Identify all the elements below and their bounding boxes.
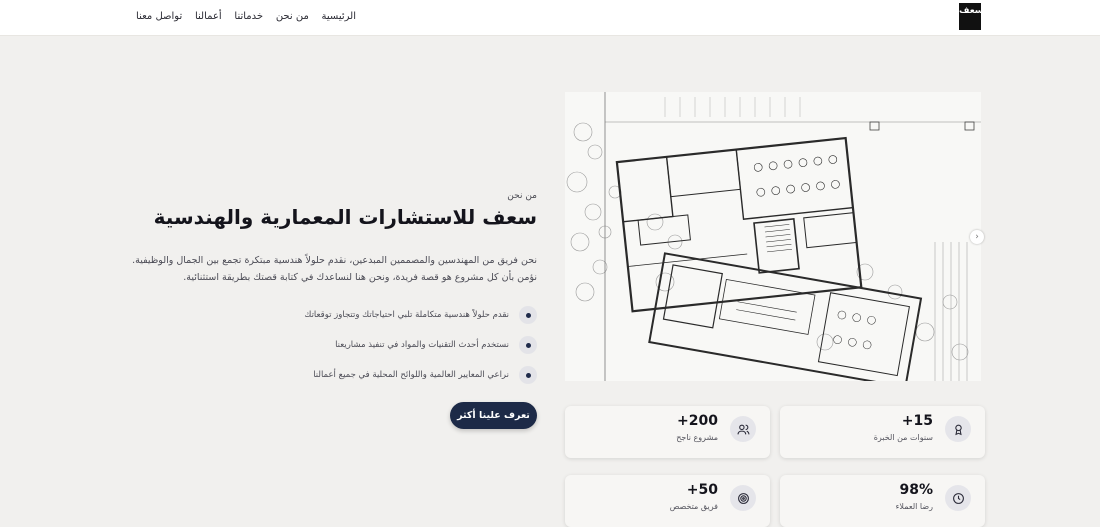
feature-text: نقدم حلولاً هندسية متكاملة تلبي احتياجات… bbox=[304, 310, 509, 320]
feature-list: نقدم حلولاً هندسية متكاملة تلبي احتياجات… bbox=[250, 300, 537, 390]
learn-more-button[interactable]: تعرف علينا أكثر bbox=[450, 402, 537, 429]
stat-card-satisfaction: 98% رضا العملاء bbox=[780, 475, 985, 527]
stat-card-projects: +200 مشروع ناجح bbox=[565, 406, 770, 458]
bullet-icon bbox=[519, 366, 537, 384]
brand-logo[interactable]: سعف bbox=[959, 3, 984, 30]
clock-icon bbox=[945, 485, 971, 511]
floor-plan-drawing bbox=[565, 92, 981, 381]
stat-label: مشروع ناجح bbox=[676, 433, 718, 442]
main-nav: الرئيسية من نحن خدماتنا أعمالنا تواصل مع… bbox=[136, 11, 356, 22]
site-plan-image bbox=[565, 92, 981, 381]
stat-value: +200 bbox=[677, 413, 718, 429]
chevron-right-icon[interactable]: › bbox=[970, 230, 984, 244]
list-item: نراعي المعايير العالمية واللوائح المحلية… bbox=[250, 360, 537, 390]
feature-text: نستخدم أحدث التقنيات والمواد في تنفيذ مش… bbox=[335, 340, 509, 350]
about-description: نحن فريق من المهندسين والمصممين المبدعين… bbox=[132, 255, 537, 283]
stat-value: +50 bbox=[686, 482, 718, 498]
nav-item-about[interactable]: من نحن bbox=[276, 11, 309, 22]
page-title: سعف للاستشارات المعمارية والهندسية bbox=[153, 205, 537, 229]
stat-label: رضا العملاء bbox=[895, 502, 933, 511]
bullet-icon bbox=[519, 306, 537, 324]
section-eyebrow: من نحن bbox=[507, 191, 537, 201]
list-item: نقدم حلولاً هندسية متكاملة تلبي احتياجات… bbox=[250, 300, 537, 330]
stat-label: فريق متخصص bbox=[669, 502, 718, 511]
users-icon bbox=[730, 416, 756, 442]
target-icon bbox=[730, 485, 756, 511]
award-icon bbox=[945, 416, 971, 442]
nav-item-services[interactable]: خدماتنا bbox=[234, 11, 263, 22]
top-navbar: سعف الرئيسية من نحن خدماتنا أعمالنا تواص… bbox=[0, 0, 1100, 36]
list-item: نستخدم أحدث التقنيات والمواد في تنفيذ مش… bbox=[250, 330, 537, 360]
feature-text: نراعي المعايير العالمية واللوائح المحلية… bbox=[313, 370, 509, 380]
stat-card-team: +50 فريق متخصص bbox=[565, 475, 770, 527]
stat-label: سنوات من الخبرة bbox=[873, 433, 933, 442]
nav-item-contact[interactable]: تواصل معنا bbox=[136, 11, 182, 22]
nav-item-home[interactable]: الرئيسية bbox=[322, 11, 356, 22]
nav-item-works[interactable]: أعمالنا bbox=[195, 11, 222, 22]
stat-value: +15 bbox=[901, 413, 933, 429]
bullet-icon bbox=[519, 336, 537, 354]
stat-card-experience: +15 سنوات من الخبرة bbox=[780, 406, 985, 458]
stat-value: 98% bbox=[899, 482, 933, 498]
